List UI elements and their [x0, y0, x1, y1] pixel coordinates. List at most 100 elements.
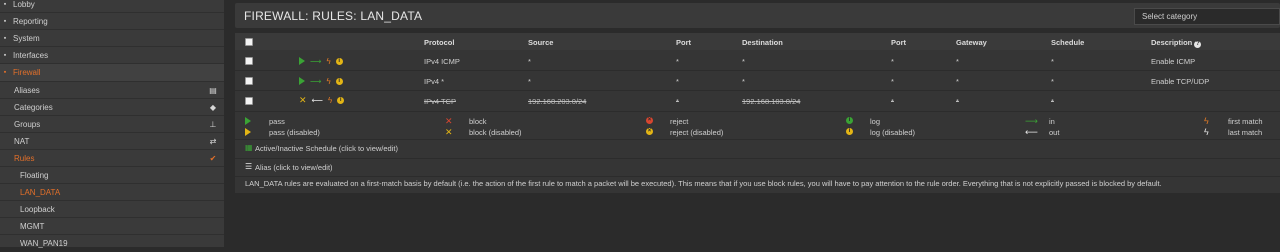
sidebar-item-aliases[interactable]: Aliases ▤: [0, 82, 224, 99]
reject-disabled-icon: ×: [646, 128, 653, 135]
log-info-icon[interactable]: i: [337, 97, 345, 104]
check-icon: ✔: [209, 154, 217, 163]
rule-destination-port: *: [891, 97, 894, 106]
rule-source-port: *: [676, 97, 679, 106]
pass-icon: [245, 117, 251, 125]
category-select[interactable]: Select category: [1134, 8, 1280, 25]
rules-note: LAN_DATA rules are evaluated on a first-…: [235, 179, 1280, 191]
pass-icon[interactable]: [299, 77, 305, 85]
sidebar-item-label: NAT: [14, 137, 30, 146]
sidebar-item-label: LAN_DATA: [20, 188, 61, 197]
sidebar-item-firewall[interactable]: ▪ Firewall: [0, 64, 224, 81]
sidebar-item-loopback[interactable]: Loopback: [0, 201, 224, 218]
direction-out-icon: ⟵: [1025, 127, 1038, 137]
sidebar-item-label: MGMT: [20, 222, 45, 231]
column-header-description[interactable]: Description ?: [1151, 38, 1202, 48]
log-disabled-icon: i: [846, 128, 853, 135]
legend-pass: pass: [269, 117, 285, 126]
table-row[interactable]: ✕ ⟵ ϟ i IPv4 TCP 192.168.203.0/24 * 192.…: [235, 91, 1280, 110]
sidebar-item-label: Aliases: [14, 86, 40, 95]
column-header-source[interactable]: Source: [528, 38, 553, 47]
block-disabled-icon[interactable]: ✕: [299, 96, 307, 105]
description-label: Description: [1151, 38, 1193, 47]
first-match-icon: ϟ: [1204, 116, 1209, 126]
schedule-info[interactable]: ▦ Active/Inactive Schedule (click to vie…: [235, 140, 1280, 157]
sidebar-item-rules[interactable]: Rules ✔: [0, 150, 224, 167]
page-title: FIREWALL: RULES: LAN_DATA: [244, 9, 423, 23]
sidebar-item-categories[interactable]: Categories ◆: [0, 99, 224, 116]
direction-in-icon: ⟶: [310, 76, 322, 86]
rules-panel: Protocol Source Port Destination Port Ga…: [235, 33, 1280, 193]
column-header-source-port[interactable]: Port: [676, 38, 691, 47]
main-content: FIREWALL: RULES: LAN_DATA Select categor…: [235, 0, 1280, 247]
rule-source: *: [528, 77, 531, 86]
legend-log: log: [870, 117, 881, 126]
rule-source-port: *: [676, 77, 679, 86]
sidebar-item-reporting[interactable]: ▪ Reporting: [0, 13, 224, 30]
legend-first-match: first match: [1228, 117, 1263, 126]
rule-source: *: [528, 57, 531, 66]
list-icon: ☰: [245, 162, 253, 171]
help-icon[interactable]: ?: [1194, 41, 1202, 48]
log-icon: i: [846, 117, 853, 124]
table-row[interactable]: ⟶ ϟ i IPv4 ICMP * * * * * * Enable ICMP: [235, 51, 1280, 70]
log-info-icon[interactable]: i: [335, 57, 343, 65]
rule-gateway: *: [956, 57, 959, 66]
last-match-icon: ϟ: [1204, 127, 1209, 137]
sidebar-item-floating[interactable]: Floating: [0, 167, 224, 184]
rule-gateway: *: [956, 97, 959, 106]
sidebar-item-label: Rules: [14, 154, 35, 163]
first-match-icon: ϟ: [326, 76, 331, 86]
block-icon: ✕: [445, 116, 453, 126]
row-divider: [235, 176, 1280, 177]
reporting-icon: ▪: [3, 17, 7, 25]
interfaces-icon: ▪: [3, 51, 7, 59]
row-checkbox[interactable]: [245, 57, 253, 65]
log-info-icon[interactable]: i: [335, 77, 343, 85]
column-header-destination[interactable]: Destination: [742, 38, 783, 47]
sidebar-item-groups[interactable]: Groups ⊥: [0, 116, 224, 133]
firewall-icon: ▪: [3, 68, 7, 76]
sidebar-item-label: Interfaces: [13, 51, 49, 60]
rule-schedule: *: [1051, 77, 1054, 86]
column-header-gateway[interactable]: Gateway: [956, 38, 987, 47]
select-all-checkbox[interactable]: [245, 38, 253, 46]
column-header-destination-port[interactable]: Port: [891, 38, 906, 47]
rule-protocol: IPv4 *: [424, 77, 445, 86]
system-icon: ▪: [3, 34, 7, 42]
sidebar-item-label: Categories: [14, 103, 53, 112]
block-disabled-icon: ✕: [445, 127, 453, 137]
rule-destination-port: *: [891, 77, 894, 86]
row-divider: [235, 111, 1280, 112]
row-checkbox[interactable]: [245, 97, 253, 105]
sidebar-item-nat[interactable]: NAT ⇄: [0, 133, 224, 150]
column-header-protocol[interactable]: Protocol: [424, 38, 454, 47]
column-header-schedule[interactable]: Schedule: [1051, 38, 1084, 47]
row-checkbox[interactable]: [245, 77, 253, 85]
table-row[interactable]: ⟶ ϟ i IPv4 * * * * * * * Enable TCP/UDP: [235, 71, 1280, 90]
sidebar-item-lan-data[interactable]: LAN_DATA: [0, 184, 224, 201]
alias-info-label: Alias (click to view/edit): [255, 163, 333, 172]
list-icon: ▤: [209, 86, 217, 95]
sidebar-item-system[interactable]: ▪ System: [0, 30, 224, 47]
rule-protocol: IPv4 ICMP: [424, 57, 460, 66]
sidebar-item-interfaces[interactable]: ▪ Interfaces: [0, 47, 224, 64]
rule-source-port: *: [676, 57, 679, 66]
legend-out: out: [1049, 128, 1060, 137]
rule-schedule: *: [1051, 97, 1054, 106]
direction-in-icon: ⟶: [1025, 116, 1038, 126]
alias-info[interactable]: ☰ Alias (click to view/edit): [235, 159, 1280, 176]
legend-block: block: [469, 117, 487, 126]
sidebar-item-wan-pan19[interactable]: WAN_PAN19: [0, 235, 224, 252]
tag-icon: ◆: [209, 103, 217, 112]
rules-note-text: LAN_DATA rules are evaluated on a first-…: [245, 179, 1162, 188]
pass-icon[interactable]: [299, 57, 305, 65]
first-match-icon: ϟ: [328, 96, 333, 105]
sidebar-item-label: System: [13, 34, 40, 43]
sidebar-item-mgmt[interactable]: MGMT: [0, 218, 224, 235]
rule-destination: *: [742, 57, 745, 66]
sidebar-item-label: Loopback: [20, 205, 55, 214]
lobby-icon: ▪: [3, 0, 7, 8]
direction-in-icon: ⟶: [310, 56, 322, 66]
rule-description: Enable TCP/UDP: [1151, 77, 1210, 86]
